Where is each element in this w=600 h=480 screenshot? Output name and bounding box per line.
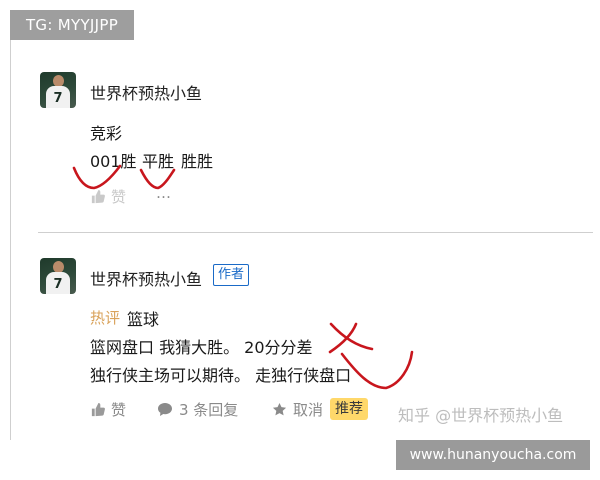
avatar[interactable]: 7 <box>40 72 76 108</box>
like-button[interactable]: 赞 <box>90 186 126 207</box>
top-watermark-badge: TG: MYYJJPP <box>10 10 134 40</box>
like-label: 赞 <box>111 401 127 419</box>
site-watermark-badge: www.hunanyoucha.com <box>396 440 590 470</box>
author-name[interactable]: 世界杯预热小鱼 <box>90 266 202 290</box>
comment-text-line: 独行侠主场可以期待。 走独行侠盘口 <box>90 366 352 385</box>
zhihu-watermark: 知乎 @世界杯预热小鱼 <box>398 406 564 425</box>
comment-text-pick-2: 平胜 <box>142 152 175 171</box>
cancel-recommend-button[interactable]: 取消 <box>272 399 323 420</box>
comment-text-line: 竞彩 <box>90 124 123 143</box>
thumbs-up-icon <box>91 402 105 417</box>
comment-text-line: 篮网盘口 我猜大胜。 20分分差 <box>90 338 313 357</box>
reply-button[interactable]: 3 条回复 <box>157 399 238 420</box>
author-badge: 作者 <box>213 264 250 286</box>
more-button[interactable]: … <box>156 184 171 202</box>
left-border <box>10 40 11 440</box>
comment-text-pick-1: 001胜 <box>90 152 137 171</box>
hot-comment-label: 热评 <box>90 309 121 327</box>
star-icon <box>272 402 287 416</box>
like-label: 赞 <box>111 188 127 206</box>
comment-bubble-icon <box>158 403 172 416</box>
recommend-badge[interactable]: 推荐 <box>330 398 368 420</box>
cancel-label: 取消 <box>293 401 324 419</box>
x-mark <box>328 322 374 354</box>
reply-count-label: 3 条回复 <box>179 401 239 419</box>
comment-divider <box>38 232 593 233</box>
check-mark-3 <box>340 350 414 390</box>
thumbs-up-icon <box>91 189 105 204</box>
avatar[interactable]: 7 <box>40 258 76 294</box>
author-name[interactable]: 世界杯预热小鱼 <box>90 80 202 104</box>
like-button[interactable]: 赞 <box>90 399 126 420</box>
comment-text-pick-3: 胜胜 <box>181 152 214 171</box>
comment-topic: 篮球 <box>127 310 160 329</box>
